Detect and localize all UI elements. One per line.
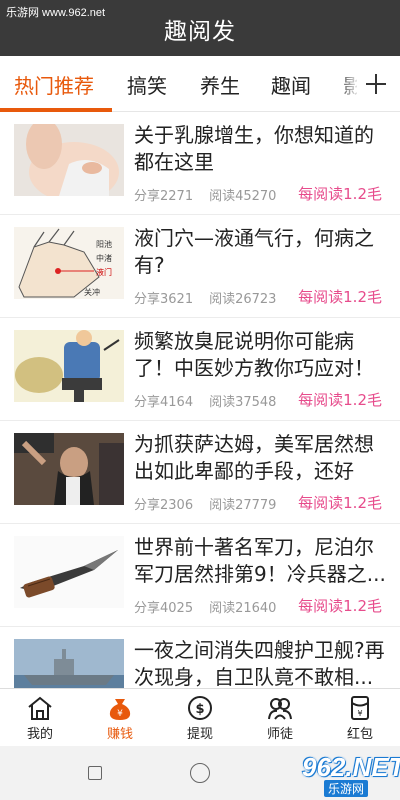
read-count: 阅读37548	[209, 395, 277, 410]
article-meta: 分享2306 阅读27779	[134, 494, 292, 513]
watermark-logo: 962.NET 乐游网	[302, 752, 400, 797]
article-thumbnail	[14, 124, 124, 196]
article-meta: 分享4025 阅读21640	[134, 597, 292, 616]
article-item[interactable]: 关于乳腺增生，你想知道的都在这里 分享2271 阅读45270 每阅读1.2毛	[0, 112, 400, 215]
read-count: 阅读21640	[209, 601, 277, 616]
read-count: 阅读45270	[209, 189, 277, 204]
share-count: 分享2271	[134, 189, 194, 204]
article-title: 液门穴—液通气行，何病之有?	[134, 226, 374, 277]
svg-text:中渚: 中渚	[96, 253, 112, 263]
svg-text:¥: ¥	[117, 709, 123, 719]
share-count: 分享4025	[134, 601, 194, 616]
plus-icon	[366, 74, 386, 94]
app-title: 趣阅发	[164, 19, 236, 45]
article-meta: 分享4164 阅读37548	[134, 391, 292, 410]
article-title: 关于乳腺增生，你想知道的都在这里	[134, 123, 374, 174]
tab-hot-recommend[interactable]: 热门推荐	[14, 70, 94, 99]
reward-rate: 每阅读1.2毛	[298, 288, 382, 306]
nav-mine[interactable]: 我的	[0, 689, 80, 747]
article-title: 为抓获萨达姆，美军居然想出如此卑鄙的手段，还好他...	[134, 432, 374, 483]
app-header: 乐游网 www.962.net 趣阅发	[0, 0, 400, 56]
dollar-circle-icon: $	[188, 696, 212, 720]
article-list: 关于乳腺增生，你想知道的都在这里 分享2271 阅读45270 每阅读1.2毛 阳…	[0, 112, 400, 688]
category-tabs: 热门推荐 搞笑 养生 趣闻 影	[0, 56, 400, 112]
svg-text:关冲: 关冲	[84, 287, 100, 297]
svg-text:液门: 液门	[96, 267, 112, 277]
share-count: 分享3621	[134, 292, 194, 307]
users-icon	[268, 698, 292, 720]
article-thumbnail	[14, 536, 124, 608]
tab-health[interactable]: 养生	[200, 70, 240, 99]
article-item[interactable]: 一夜之间消失四艘护卫舰?再次现身，自卫队竟不敢相...	[0, 627, 400, 688]
nav-earn[interactable]: ¥ 赚钱	[80, 689, 160, 747]
svg-text:$: $	[195, 702, 204, 717]
article-item[interactable]: 为抓获萨达姆，美军居然想出如此卑鄙的手段，还好他... 分享2306 阅读2777…	[0, 421, 400, 524]
article-item[interactable]: 频繁放臭屁说明你可能病了！中医妙方教你巧应对！ 分享4164 阅读37548 每阅…	[0, 318, 400, 421]
article-thumbnail	[14, 639, 124, 688]
money-bag-icon: ¥	[109, 699, 131, 720]
svg-text:阳池: 阳池	[96, 239, 112, 249]
article-meta: 分享3621 阅读26723	[134, 288, 292, 307]
red-packet-icon: ¥	[351, 696, 369, 720]
home-button[interactable]	[190, 763, 210, 783]
nav-mentor[interactable]: 师徒	[240, 689, 320, 747]
article-title: 一夜之间消失四艘护卫舰?再次现身，自卫队竟不敢相...	[134, 638, 385, 688]
article-thumbnail	[14, 330, 124, 402]
tab-funny[interactable]: 搞笑	[127, 70, 167, 99]
nav-red-packet[interactable]: ¥ 红包	[320, 689, 400, 747]
reward-rate: 每阅读1.2毛	[298, 494, 382, 512]
article-title: 频繁放臭屁说明你可能病了！中医妙方教你巧应对！	[134, 329, 374, 380]
article-item[interactable]: 世界前十著名军刀，尼泊尔军刀居然排第9！冷兵器之... 分享4025 阅读2164…	[0, 524, 400, 627]
read-count: 阅读27779	[209, 498, 277, 513]
tab-anecdotes[interactable]: 趣闻	[271, 70, 311, 99]
article-thumbnail	[14, 433, 124, 505]
nav-withdraw[interactable]: $ 提现	[160, 689, 240, 747]
reward-rate: 每阅读1.2毛	[298, 185, 382, 203]
article-thumbnail: 阳池 中渚 液门 关冲	[14, 227, 124, 299]
reward-rate: 每阅读1.2毛	[298, 597, 382, 615]
article-item[interactable]: 阳池 中渚 液门 关冲 液门穴—液通气行，何病之有? 分享3621 阅读26723…	[0, 215, 400, 318]
home-icon	[28, 696, 52, 720]
article-title: 世界前十著名军刀，尼泊尔军刀居然排第9！冷兵器之...	[134, 535, 386, 586]
svg-text:¥: ¥	[357, 709, 362, 718]
recent-apps-button[interactable]	[88, 766, 102, 780]
add-category-button[interactable]	[356, 64, 396, 104]
share-count: 分享2306	[134, 498, 194, 513]
bottom-nav: 我的 ¥ 赚钱 $ 提现 师徒 ¥ 红包	[0, 688, 400, 746]
read-count: 阅读26723	[209, 292, 277, 307]
share-count: 分享4164	[134, 395, 194, 410]
reward-rate: 每阅读1.2毛	[298, 391, 382, 409]
article-meta: 分享2271 阅读45270	[134, 185, 292, 204]
